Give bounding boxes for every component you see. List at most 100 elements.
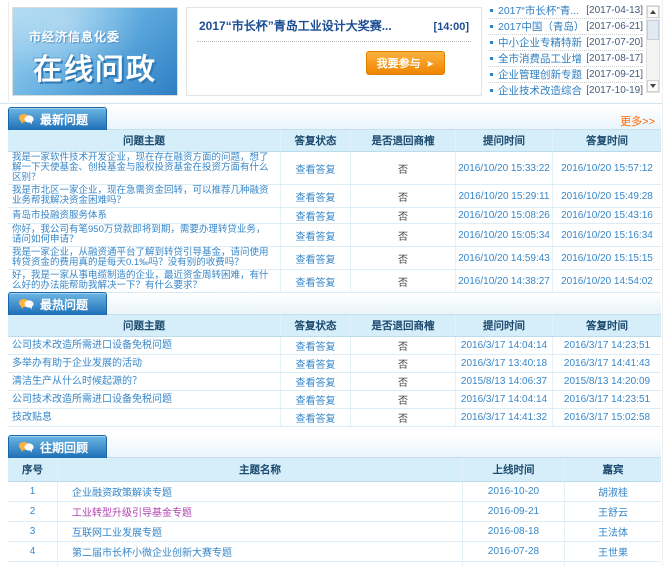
col-header-status: 答复状态 xyxy=(280,315,350,336)
view-reply-link[interactable]: 查看答复 xyxy=(296,338,336,353)
table-header-row: 问题主题 答复状态 是否退回商榷 提问时间 答复时间 xyxy=(8,130,661,152)
guest-name: 马超群 xyxy=(564,562,661,566)
answer-time: 2016/10/20 15:43:16 xyxy=(552,208,661,223)
online-date: 2016-04-20 xyxy=(462,562,564,566)
topic-link[interactable]: 全市消费品工业增品种... xyxy=(498,51,582,66)
view-reply-link[interactable]: 查看答复 xyxy=(296,274,336,289)
section-header-bar: 往期回顾 xyxy=(8,436,661,458)
section-header-bar: 最热问题 xyxy=(8,293,661,315)
banner-title: 在线问政 xyxy=(13,46,177,88)
question-subject-link[interactable]: 你好，我公司有笔950万贷款即将到期，需要办理转贷业务，请问如何申请？ xyxy=(12,225,274,245)
arrow-right-icon: ➤ xyxy=(426,59,434,70)
topic-date: [2017-06-21] xyxy=(586,21,643,32)
online-date: 2016-10-20 xyxy=(462,482,564,501)
section-title: 最新问题 xyxy=(40,111,88,128)
table-row: 你好，我公司有笔950万贷款即将到期，需要办理转贷业务，请问如何申请？ 查看答复… xyxy=(8,224,661,247)
answer-time: 2016/10/20 15:16:34 xyxy=(552,224,661,246)
col-header-returned: 是否退回商榷 xyxy=(350,315,455,336)
join-button[interactable]: 我要参与➤ xyxy=(366,51,445,75)
archive-topic-link[interactable]: 第二届市长杯小微企业创新大赛专题 xyxy=(72,544,232,559)
question-subject-link[interactable]: 公司技术改造所需进口设备免税问题 xyxy=(12,341,172,351)
col-header-status: 答复状态 xyxy=(280,130,350,151)
ask-time: 2016/3/17 13:40:18 xyxy=(455,355,552,372)
notice-headline-link[interactable]: 2017“市长杯”青岛工业设计大奖赛... xyxy=(199,17,392,34)
question-subject-link[interactable]: 我是一家企业，从融资通平台了解到转贷引导基金，请问使用转贷资金的费用真的是每天0… xyxy=(12,248,274,268)
list-item: 2017中国（青岛）... [2017-06-21] xyxy=(488,19,643,35)
topic-link[interactable]: 中小企业专精特新“隐... xyxy=(498,35,582,50)
view-reply-link[interactable]: 查看答复 xyxy=(296,161,336,176)
topic-link[interactable]: 2017“市长杯”青... xyxy=(498,3,582,18)
col-header-asked: 提问时间 xyxy=(455,315,552,336)
answer-time: 2016/3/17 14:41:43 xyxy=(552,355,661,372)
guest-name: 王世果 xyxy=(564,542,661,561)
archive-topic-link[interactable]: 工业转型升级引导基金专题 xyxy=(72,504,192,519)
table-row: 清洁生产从什么时候起源的？ 查看答复 否 2015/8/13 14:06:37 … xyxy=(8,373,661,391)
site-banner: 市经济信息化委 在线问政 xyxy=(12,7,178,96)
returned-flag: 否 xyxy=(350,152,455,184)
view-reply-link[interactable]: 查看答复 xyxy=(296,208,336,223)
ask-time: 2016/3/17 14:41:32 xyxy=(455,409,552,426)
question-subject-link[interactable]: 多举办有助于企业发展的活动 xyxy=(12,359,142,369)
table-row: 2 工业转型升级引导基金专题 2016-09-21 王舒云 xyxy=(8,502,661,522)
view-reply-link[interactable]: 查看答复 xyxy=(296,228,336,243)
section-title: 往期回顾 xyxy=(40,439,88,456)
topic-date: [2017-09-21] xyxy=(586,69,643,80)
returned-flag: 否 xyxy=(350,391,455,408)
scrollbar[interactable] xyxy=(646,5,660,93)
speech-bubble-icon xyxy=(19,113,34,125)
answer-time: 2015/8/13 14:20:09 xyxy=(552,373,661,390)
answer-time: 2016/3/17 14:23:51 xyxy=(552,391,661,408)
question-subject-link[interactable]: 我是一家软件技术开发企业，现在存在融资方面的问题，想了解一下天使基金、创投基金与… xyxy=(12,153,274,183)
archive-topic-link[interactable]: 企业融资政策解读专题 xyxy=(72,484,172,499)
returned-flag: 否 xyxy=(350,224,455,246)
scrollbar-thumb[interactable] xyxy=(647,20,659,40)
top-separator xyxy=(0,103,662,104)
view-reply-link[interactable]: 查看答复 xyxy=(296,189,336,204)
view-reply-link[interactable]: 查看答复 xyxy=(296,374,336,389)
speech-bubble-icon xyxy=(19,441,34,453)
returned-flag: 否 xyxy=(350,373,455,390)
question-subject-link[interactable]: 清洁生产从什么时候起源的？ xyxy=(12,377,142,387)
question-subject-link[interactable]: 青岛市投融资服务体系 xyxy=(12,211,107,221)
scroll-up-button[interactable] xyxy=(647,6,659,18)
topic-link[interactable]: 2017中国（青岛）... xyxy=(498,19,582,34)
returned-flag: 否 xyxy=(350,337,455,354)
row-number: 4 xyxy=(8,542,57,561)
question-subject-link[interactable]: 好，我是一家从事电缆制造的企业，最近资金周转困难，有什么好的办法能帮助我解决一下… xyxy=(12,271,274,291)
answer-time: 2016/3/17 14:23:51 xyxy=(552,337,661,354)
view-reply-link[interactable]: 查看答复 xyxy=(296,392,336,407)
ask-time: 2016/10/20 14:38:27 xyxy=(455,270,552,292)
table-row: 我是一家企业，从融资通平台了解到转贷引导基金，请问使用转贷资金的费用真的是每天0… xyxy=(8,247,661,270)
topic-link[interactable]: 企业技术改造综合推进... xyxy=(498,83,582,95)
ask-time: 2016/3/17 14:04:14 xyxy=(455,337,552,354)
bullet-icon xyxy=(490,9,493,12)
org-name: 市经济信息化委 xyxy=(29,28,120,45)
question-subject-link[interactable]: 公司技术改造所需进口设备免税问题 xyxy=(12,395,172,405)
online-date: 2016-08-18 xyxy=(462,522,564,541)
topic-link[interactable]: 企业管理创新专题 xyxy=(498,67,582,82)
more-link[interactable]: 更多>> xyxy=(620,113,655,129)
view-reply-link[interactable]: 查看答复 xyxy=(296,251,336,266)
row-number: 2 xyxy=(8,502,57,521)
table-row: 公司技术改造所需进口设备免税问题 查看答复 否 2016/3/17 14:04:… xyxy=(8,391,661,409)
answer-time: 2016/3/17 15:02:58 xyxy=(552,409,661,426)
view-reply-link[interactable]: 查看答复 xyxy=(296,410,336,425)
question-subject-link[interactable]: 我是市北区一家企业，现在急需资金回转，可以推荐几种融资业务帮我解决资金困难吗？ xyxy=(12,186,274,206)
question-subject-link[interactable]: 技改贴息 xyxy=(12,413,52,423)
page: 市经济信息化委 在线问政 2017“市长杯”青岛工业设计大奖赛... [14:0… xyxy=(0,0,671,566)
scroll-down-button[interactable] xyxy=(647,80,659,92)
speech-bubble-icon xyxy=(19,298,34,310)
notice-time: [14:00] xyxy=(434,21,469,33)
table-header-row: 问题主题 答复状态 是否退回商榷 提问时间 答复时间 xyxy=(8,315,661,337)
chevron-up-icon xyxy=(650,10,656,14)
view-reply-link[interactable]: 查看答复 xyxy=(296,356,336,371)
section-header-bar: 最新问题 更多>> xyxy=(8,108,661,130)
topic-date: [2017-08-17] xyxy=(586,53,643,64)
section-past-reviews: 往期回顾 序号 主题名称 上线时间 嘉宾 1 企业融资政策解读专题 2016-1… xyxy=(8,436,661,566)
row-number: 5 xyxy=(8,562,57,566)
ask-time: 2016/10/20 14:59:43 xyxy=(455,247,552,269)
archive-topic-link[interactable]: 互联网工业发展专题 xyxy=(72,524,162,539)
list-item: 中小企业专精特新“隐... [2017-07-20] xyxy=(488,35,643,51)
row-number: 3 xyxy=(8,522,57,541)
notice-headline-row: 2017“市长杯”青岛工业设计大奖赛... [14:00] xyxy=(197,14,471,42)
